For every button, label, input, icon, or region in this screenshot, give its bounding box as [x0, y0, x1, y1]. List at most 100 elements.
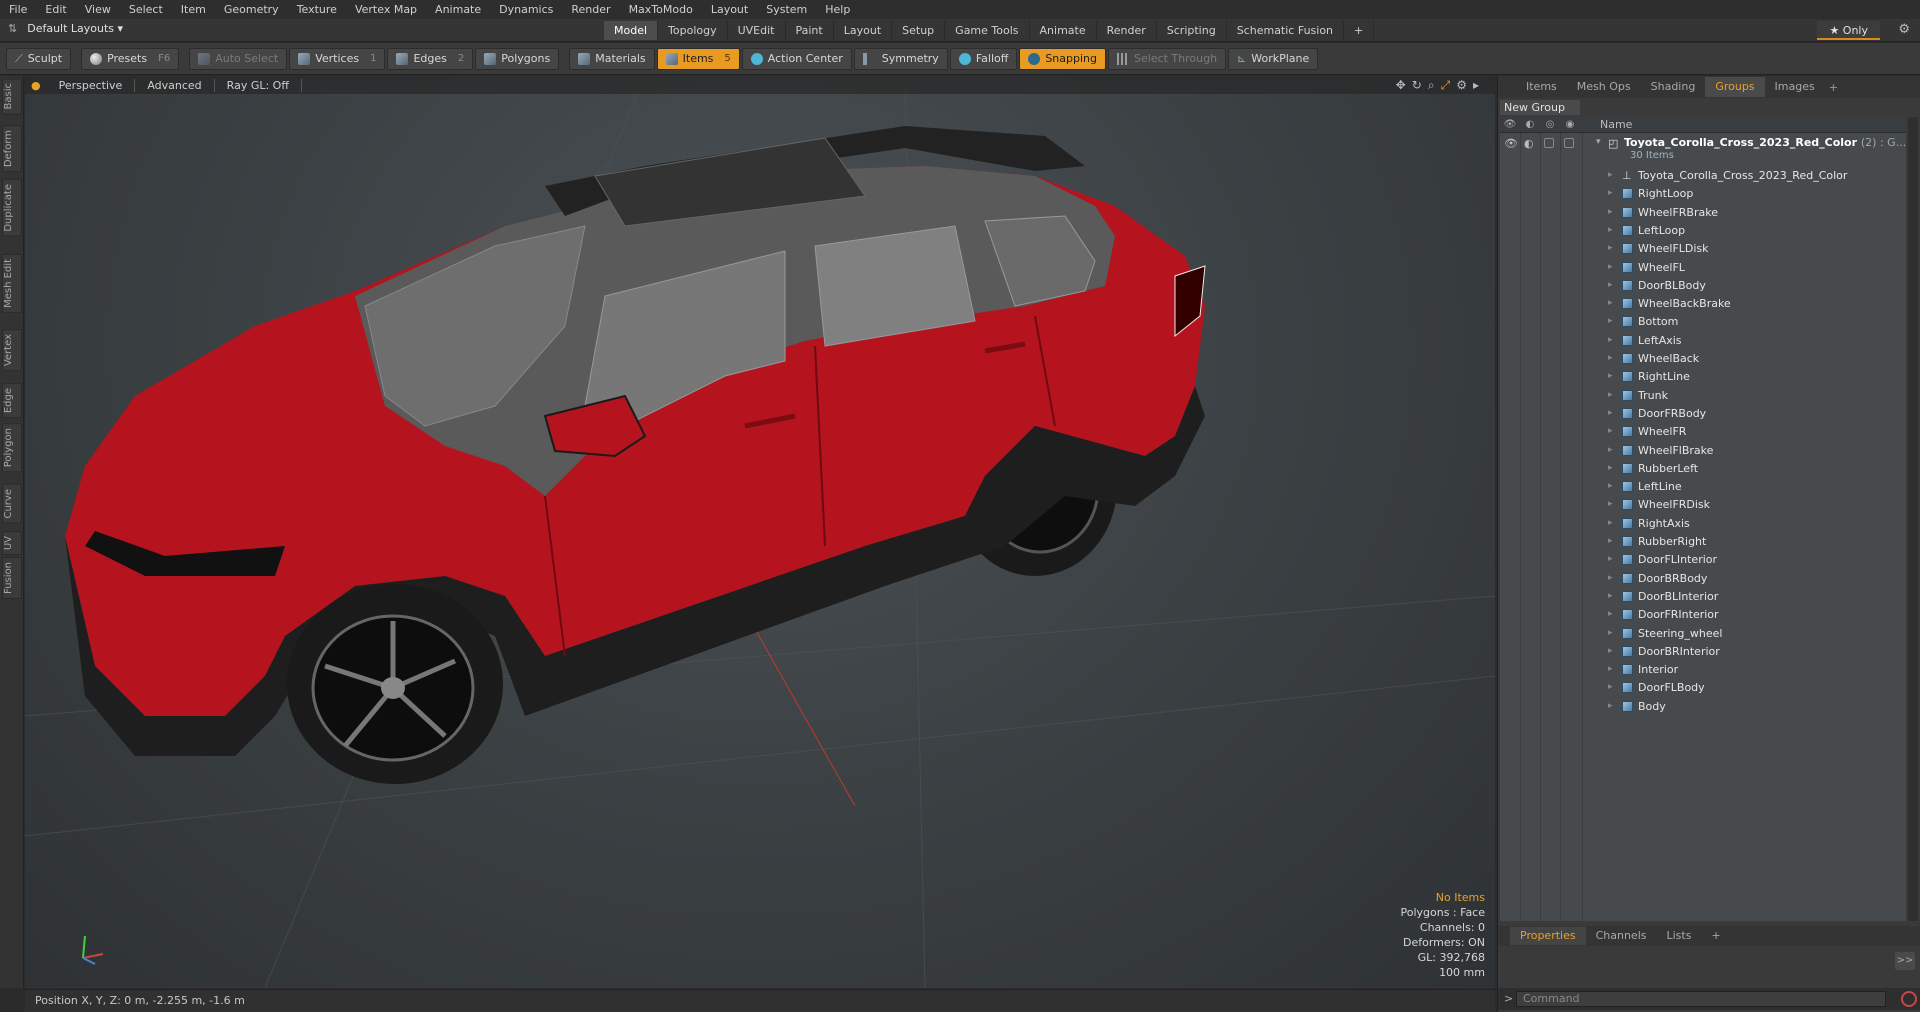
- panel-tab-groups[interactable]: Groups: [1705, 77, 1765, 97]
- group-expand-icon[interactable]: ▾: [1596, 137, 1601, 147]
- layout-selector[interactable]: ⇅ Default Layouts ▾: [8, 22, 123, 35]
- item-expand-icon[interactable]: ▸: [1608, 335, 1613, 345]
- tree-item[interactable]: ▸ LeftAxis: [1500, 332, 1906, 350]
- tool-tab-vertex[interactable]: Vertex: [2, 329, 22, 372]
- layout-tab-layout[interactable]: Layout: [834, 21, 893, 40]
- viewport-arrow-icon[interactable]: ▸: [1473, 78, 1479, 93]
- panel-tab-items[interactable]: Items: [1516, 77, 1567, 97]
- tree-item[interactable]: ▸ Trunk: [1500, 387, 1906, 405]
- menu-help[interactable]: Help: [816, 0, 859, 19]
- layout-selector-label[interactable]: Default Layouts ▾: [27, 22, 123, 35]
- layout-tab-topology[interactable]: Topology: [658, 21, 728, 40]
- menu-edit[interactable]: Edit: [36, 0, 75, 19]
- item-expand-icon[interactable]: ▸: [1608, 262, 1613, 272]
- raygl-toggle[interactable]: Ray GL: Off: [215, 78, 302, 92]
- item-expand-icon[interactable]: ▸: [1608, 207, 1613, 217]
- item-expand-icon[interactable]: ▸: [1608, 664, 1613, 674]
- item-expand-icon[interactable]: ▸: [1608, 499, 1613, 509]
- tool-tab-basic[interactable]: Basic: [2, 78, 22, 115]
- tree-item[interactable]: ▸ DoorBLInterior: [1500, 588, 1906, 606]
- layout-tab-paint[interactable]: Paint: [786, 21, 834, 40]
- add-panel-tab-button[interactable]: +: [1829, 81, 1838, 94]
- item-expand-icon[interactable]: ▸: [1608, 426, 1613, 436]
- add-bottom-tab-button[interactable]: +: [1701, 927, 1730, 945]
- tree-item[interactable]: ▸ RightLine: [1500, 368, 1906, 386]
- tool-tab-deform[interactable]: Deform: [2, 125, 22, 173]
- tree-item[interactable]: ▸ DoorFRBody: [1500, 405, 1906, 423]
- layout-tab-setup[interactable]: Setup: [892, 21, 946, 40]
- select-through-button[interactable]: Select Through: [1107, 47, 1227, 70]
- tree-item[interactable]: ▸ WheelBackBrake: [1500, 295, 1906, 313]
- item-expand-icon[interactable]: ▸: [1608, 390, 1613, 400]
- panel-tab-images[interactable]: Images: [1765, 77, 1825, 97]
- menu-vertex-map[interactable]: Vertex Map: [346, 0, 426, 19]
- layout-tab-game-tools[interactable]: Game Tools: [945, 21, 1030, 40]
- tree-item[interactable]: ▸ DoorFLBody: [1500, 679, 1906, 697]
- item-expand-icon[interactable]: ▸: [1608, 701, 1613, 711]
- tool-tab-mesh-edit[interactable]: Mesh Edit: [2, 254, 22, 313]
- item-expand-icon[interactable]: ▸: [1608, 225, 1613, 235]
- tree-item[interactable]: ▸ ⊥ Toyota_Corolla_Cross_2023_Red_Color: [1500, 167, 1906, 185]
- lock-header-icon[interactable]: ◐: [1520, 119, 1540, 130]
- item-expand-icon[interactable]: ▸: [1608, 280, 1613, 290]
- panel-tab-shading[interactable]: Shading: [1641, 77, 1706, 97]
- tree-item[interactable]: ▸ RightLoop: [1500, 185, 1906, 203]
- layout-tab-render[interactable]: Render: [1097, 21, 1157, 40]
- 3d-viewport[interactable]: ● Perspective Advanced Ray GL: Off ✥ ↻ ⌕…: [25, 76, 1495, 988]
- layout-tab-uvedit[interactable]: UVEdit: [728, 21, 786, 40]
- view-type-selector[interactable]: Perspective: [47, 78, 136, 92]
- item-expand-icon[interactable]: ▸: [1608, 298, 1613, 308]
- tree-item[interactable]: ▸ WheelFlBrake: [1500, 442, 1906, 460]
- tool-tab-edge[interactable]: Edge: [2, 383, 22, 419]
- group-render-checkbox[interactable]: [1544, 138, 1554, 148]
- expand-button[interactable]: >>: [1895, 952, 1915, 970]
- tool-tab-polygon[interactable]: Polygon: [2, 423, 22, 473]
- item-expand-icon[interactable]: ▸: [1608, 408, 1613, 418]
- tool-tab-uv[interactable]: UV: [2, 531, 22, 556]
- vertices-button[interactable]: Vertices 1: [289, 47, 386, 70]
- sculpt-button[interactable]: ⟋ Sculpt: [6, 47, 72, 70]
- action-center-button[interactable]: Action Center: [741, 47, 852, 70]
- menu-geometry[interactable]: Geometry: [215, 0, 288, 19]
- menu-texture[interactable]: Texture: [288, 0, 346, 19]
- rotate-view-icon[interactable]: ↻: [1412, 78, 1422, 93]
- item-expand-icon[interactable]: ▸: [1608, 445, 1613, 455]
- bottom-tab-channels[interactable]: Channels: [1586, 927, 1657, 945]
- layout-tab-schematic-fusion[interactable]: Schematic Fusion: [1227, 21, 1345, 40]
- command-stop-icon[interactable]: [1901, 991, 1917, 1007]
- item-expand-icon[interactable]: ▸: [1608, 609, 1613, 619]
- new-group-button[interactable]: New Group: [1500, 100, 1580, 115]
- group-row[interactable]: 👁 ◐ ▾ ◰ Toyota_Corolla_Cross_2023_Red_Color …: [1500, 135, 1906, 165]
- tree-item[interactable]: ▸ DoorBLBody: [1500, 277, 1906, 295]
- auto-select-button[interactable]: Auto Select: [189, 47, 288, 70]
- falloff-button[interactable]: Falloff: [949, 47, 1018, 70]
- name-column-header[interactable]: Name: [1600, 118, 1632, 131]
- bottom-tab-properties[interactable]: Properties: [1510, 927, 1586, 945]
- item-expand-icon[interactable]: ▸: [1608, 371, 1613, 381]
- shading-mode-selector[interactable]: Advanced: [135, 78, 215, 92]
- tree-item[interactable]: ▸ DoorBRBody: [1500, 570, 1906, 588]
- render-header-icon[interactable]: ◎: [1540, 119, 1560, 130]
- bottom-tab-lists[interactable]: Lists: [1657, 927, 1702, 945]
- item-expand-icon[interactable]: ▸: [1608, 316, 1613, 326]
- tree-item[interactable]: ▸ WheelFR: [1500, 423, 1906, 441]
- materials-button[interactable]: Materials: [569, 47, 655, 70]
- tree-item[interactable]: ▸ RubberRight: [1500, 533, 1906, 551]
- add-layout-tab-button[interactable]: +: [1344, 21, 1375, 40]
- tree-item[interactable]: ▸ Steering_wheel: [1500, 625, 1906, 643]
- viewport-menu-icon[interactable]: ●: [25, 79, 47, 92]
- tree-item[interactable]: ▸ DoorBRInterior: [1500, 643, 1906, 661]
- item-expand-icon[interactable]: ▸: [1608, 188, 1613, 198]
- item-expand-icon[interactable]: ▸: [1608, 463, 1613, 473]
- snapping-button[interactable]: Snapping: [1019, 47, 1106, 70]
- layout-tab-animate[interactable]: Animate: [1030, 21, 1097, 40]
- zoom-view-icon[interactable]: ⌕: [1428, 78, 1435, 93]
- tool-tab-duplicate[interactable]: Duplicate: [2, 179, 22, 237]
- group-visibility-icon[interactable]: 👁: [1504, 137, 1518, 150]
- menu-item[interactable]: Item: [172, 0, 215, 19]
- item-expand-icon[interactable]: ▸: [1608, 170, 1613, 180]
- polygons-button[interactable]: Polygons: [475, 47, 560, 70]
- layout-toggle-icon[interactable]: ⇅: [8, 22, 17, 35]
- tree-item[interactable]: ▸ WheelFLDisk: [1500, 240, 1906, 258]
- menu-dynamics[interactable]: Dynamics: [490, 0, 562, 19]
